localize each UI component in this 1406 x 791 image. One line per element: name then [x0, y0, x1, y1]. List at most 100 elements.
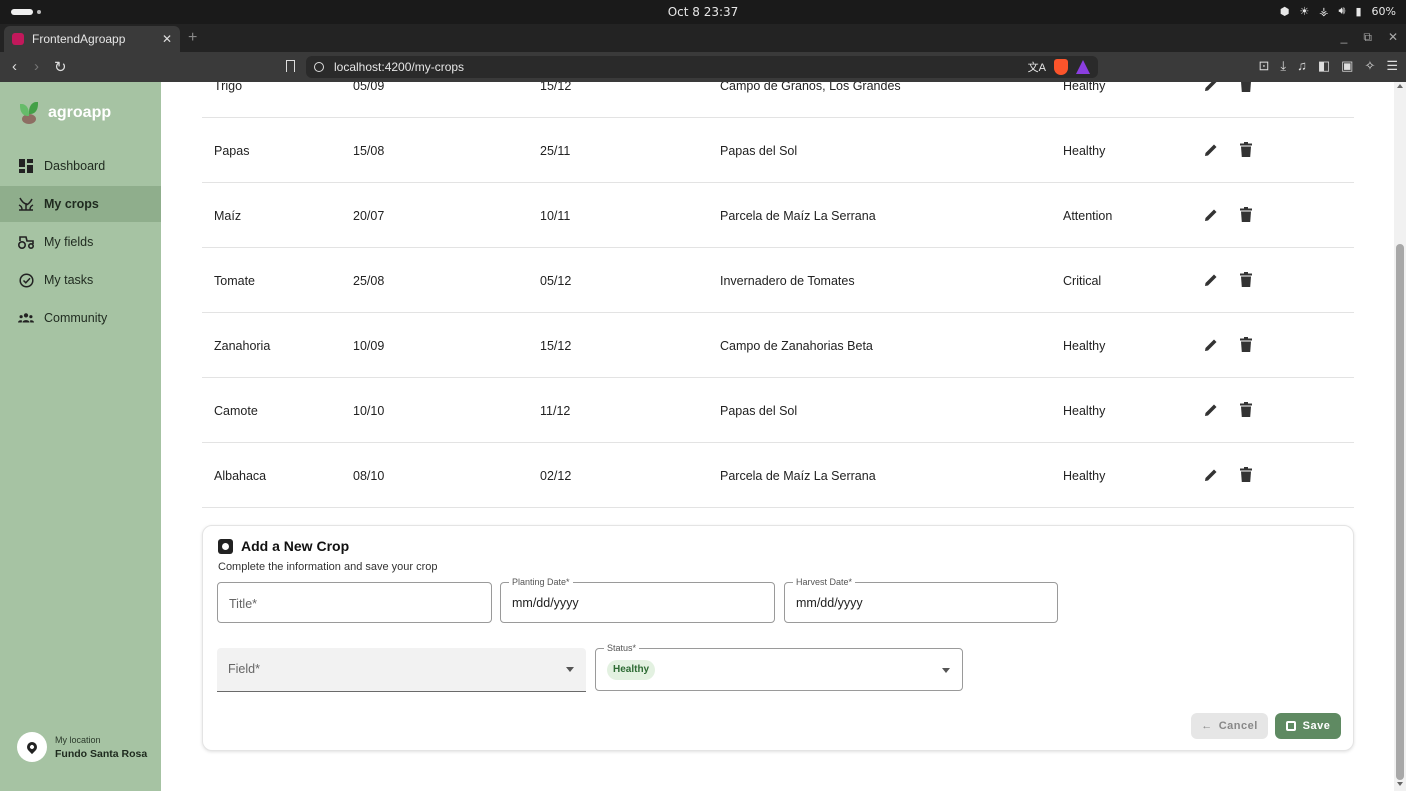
- card-subtitle: Complete the information and save your c…: [218, 561, 438, 573]
- status-label: Status*: [604, 643, 640, 653]
- edit-icon[interactable]: [1204, 82, 1218, 92]
- crop-status: Healthy: [1063, 82, 1106, 93]
- angular-favicon-icon: [12, 33, 24, 45]
- title-input[interactable]: Title*: [217, 582, 492, 623]
- sidebar: agroapp Dashboard My crops My fields My …: [0, 82, 161, 791]
- crop-name: Papas: [214, 144, 250, 158]
- sidebar-item-my-tasks[interactable]: My tasks: [0, 262, 161, 298]
- brave-rewards-icon[interactable]: [1076, 60, 1090, 74]
- media-icon[interactable]: ♫: [1297, 58, 1307, 74]
- table-row: Tomate 25/08 05/12 Invernadero de Tomates Cr…: [202, 248, 1354, 313]
- wallet-icon[interactable]: ▣: [1341, 58, 1353, 74]
- card-title: Add a New Crop: [218, 538, 349, 554]
- planting-date-label: Planting Date*: [509, 577, 573, 587]
- os-top-bar: Oct 8 23:37 ⬢ ☀ ⚶ 🔊︎ ▮ 60%: [0, 0, 1406, 24]
- cancel-button[interactable]: ← Cancel: [1191, 713, 1268, 739]
- crop-status: Healthy: [1063, 339, 1106, 353]
- chevron-down-icon: [942, 668, 950, 673]
- brand-name: agroapp: [48, 104, 112, 121]
- table-row: Albahaca 08/10 02/12 Parcela de Maíz La Ser…: [202, 443, 1354, 508]
- restore-icon[interactable]: ⧉: [1363, 30, 1372, 45]
- window-controls: _ ⧉ ✕: [1341, 30, 1398, 45]
- field-name: Papas del Sol: [720, 144, 798, 158]
- scroll-down-icon[interactable]: [1397, 782, 1403, 786]
- delete-icon[interactable]: [1240, 402, 1252, 417]
- reload-icon[interactable]: ↻: [54, 58, 67, 76]
- harvest-date: 02/12: [540, 469, 572, 483]
- bookmark-icon[interactable]: [286, 60, 295, 72]
- download-icon[interactable]: ⤓: [1280, 58, 1286, 74]
- check-circle-icon: [18, 272, 34, 288]
- forward-icon[interactable]: ›: [34, 58, 39, 75]
- crop-name: Maíz: [214, 209, 242, 223]
- url-text[interactable]: localhost:4200/my-crops: [334, 60, 464, 74]
- sidebar-item-label: My fields: [44, 235, 94, 249]
- minimize-icon[interactable]: _: [1341, 30, 1348, 45]
- scroll-up-icon[interactable]: [1397, 84, 1403, 88]
- sidebar-item-my-crops[interactable]: My crops: [0, 186, 161, 222]
- new-tab-icon[interactable]: +: [188, 29, 197, 47]
- save-button[interactable]: Save: [1275, 713, 1341, 739]
- leo-ai-icon[interactable]: ✧: [1364, 58, 1375, 74]
- os-clock[interactable]: Oct 8 23:37: [0, 5, 1406, 19]
- page-scrollbar[interactable]: [1394, 82, 1406, 791]
- card-title-text: Add a New Crop: [241, 538, 350, 554]
- delete-icon[interactable]: [1240, 272, 1252, 287]
- crop-status: Healthy: [1063, 144, 1106, 158]
- planting-date-value[interactable]: mm/dd/yyyy: [512, 596, 579, 610]
- field-name: Parcela de Maíz La Serrana: [720, 209, 876, 223]
- address-bar[interactable]: localhost:4200/my-crops 文A: [306, 56, 1098, 78]
- status-select[interactable]: Status* Healthy: [595, 643, 963, 691]
- app-logo[interactable]: agroapp: [18, 102, 111, 124]
- back-icon[interactable]: ‹: [12, 58, 17, 75]
- delete-icon[interactable]: [1240, 82, 1252, 92]
- harvest-date: 11/12: [540, 404, 571, 418]
- table-row: Maíz 20/07 10/11 Parcela de Maíz La Serrana…: [202, 183, 1354, 248]
- harvest-date-value[interactable]: mm/dd/yyyy: [796, 596, 863, 610]
- close-tab-icon[interactable]: ✕: [162, 32, 172, 46]
- status-chip: Healthy: [607, 660, 656, 680]
- sidebar-item-label: Dashboard: [44, 159, 106, 173]
- field-select[interactable]: Field*: [217, 648, 586, 692]
- sidebar-item-my-fields[interactable]: My fields: [0, 224, 161, 260]
- delete-icon[interactable]: [1240, 337, 1252, 352]
- location-label: My location: [55, 734, 101, 745]
- browser-tab[interactable]: FrontendAgroapp ✕: [4, 26, 180, 52]
- close-window-icon[interactable]: ✕: [1388, 30, 1398, 45]
- menu-icon[interactable]: ☰: [1386, 58, 1398, 74]
- delete-icon[interactable]: [1240, 142, 1252, 157]
- system-tray[interactable]: ⬢ ☀ ⚶ 🔊︎ ▮ 60%: [1280, 4, 1396, 18]
- edit-icon[interactable]: [1204, 143, 1218, 157]
- delete-icon[interactable]: [1240, 207, 1252, 222]
- field-placeholder: Field*: [228, 662, 260, 676]
- edit-icon[interactable]: [1204, 403, 1218, 417]
- edit-icon[interactable]: [1204, 273, 1218, 287]
- planting-date: 08/10: [353, 469, 385, 483]
- sidebar-item-dashboard[interactable]: Dashboard: [0, 148, 161, 184]
- field-name: Campo de Granos, Los Grandes: [720, 82, 901, 93]
- screenshot-icon[interactable]: ⊡: [1258, 58, 1269, 74]
- scroll-thumb[interactable]: [1396, 244, 1404, 780]
- harvest-date-input[interactable]: Harvest Date* mm/dd/yyyy: [784, 577, 1058, 623]
- harvest-date-label: Harvest Date*: [793, 577, 856, 587]
- shield-tray-icon[interactable]: ⬢: [1280, 5, 1290, 18]
- brave-shields-icon[interactable]: [1054, 59, 1068, 75]
- edit-icon[interactable]: [1204, 208, 1218, 222]
- sidebar-toggle-icon[interactable]: ◧: [1318, 58, 1330, 74]
- site-info-icon[interactable]: [314, 62, 324, 72]
- dashboard-icon: [18, 158, 34, 174]
- crop-status: Attention: [1063, 209, 1113, 223]
- sidebar-item-label: My tasks: [44, 273, 94, 287]
- network-icon: ⚶: [1319, 4, 1329, 18]
- sidebar-nav: Dashboard My crops My fields My tasks Co…: [0, 148, 161, 338]
- crop-name: Albahaca: [214, 469, 267, 483]
- edit-icon[interactable]: [1204, 338, 1218, 352]
- chevron-down-icon: [566, 667, 574, 672]
- delete-icon[interactable]: [1240, 467, 1252, 482]
- planting-date-input[interactable]: Planting Date* mm/dd/yyyy: [500, 577, 775, 623]
- edit-icon[interactable]: [1204, 468, 1218, 482]
- location-widget[interactable]: My location Fundo Santa Rosa: [17, 732, 147, 762]
- tractor-icon: [18, 234, 34, 250]
- translate-icon[interactable]: 文A: [1028, 59, 1046, 75]
- sidebar-item-community[interactable]: Community: [0, 300, 161, 336]
